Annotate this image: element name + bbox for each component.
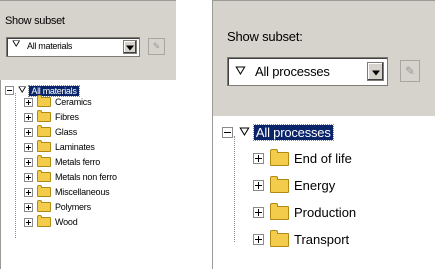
tree-root-label: All processes [252, 123, 334, 141]
folder-icon [37, 170, 51, 182]
tree-item-label: Production [294, 205, 357, 220]
plus-icon[interactable] [24, 97, 33, 107]
tree-item-label: Metals non ferro [55, 172, 117, 182]
tree-root[interactable]: ⛛ All processes [222, 123, 334, 141]
folder-icon [37, 185, 51, 197]
plus-icon[interactable] [24, 172, 33, 182]
tree-item[interactable]: Transport [253, 229, 350, 247]
tree-item-label: Laminates [55, 142, 95, 152]
tree-item[interactable]: Miscellaneous [24, 185, 110, 197]
tree-item-label: Energy [294, 178, 336, 193]
processes-panel: Show subset: ⛛ All processes ✎ ⛛ All pro… [212, 0, 435, 269]
folder-icon [270, 175, 289, 193]
folder-icon [37, 155, 51, 167]
tree-item[interactable]: Metals ferro [24, 155, 101, 167]
tree-item-label: End of life [294, 151, 352, 166]
materials-tree: ⛛ All materials Ceramics Fibres Glass La… [0, 80, 176, 269]
tree-item[interactable]: Metals non ferro [24, 170, 117, 182]
funnel-icon: ⛛ [18, 85, 27, 96]
plus-icon[interactable] [24, 142, 33, 152]
plus-icon[interactable] [253, 153, 264, 164]
edit-subset-button[interactable]: ✎ [400, 60, 420, 82]
plus-icon[interactable] [24, 157, 33, 167]
tree-root[interactable]: ⛛ All materials [5, 84, 80, 97]
tree-item-label: Ceramics [55, 97, 92, 107]
plus-icon[interactable] [24, 217, 33, 227]
minus-icon[interactable] [5, 86, 14, 95]
funnel-icon: ⛛ [12, 39, 21, 50]
tree-item[interactable]: End of life [253, 148, 352, 166]
tree-item[interactable]: Glass [24, 125, 78, 137]
folder-icon [37, 140, 51, 152]
plus-icon[interactable] [253, 234, 264, 245]
folder-icon [37, 125, 51, 137]
tree-item[interactable]: Polymers [24, 200, 91, 212]
folder-icon [270, 148, 289, 166]
tree-item[interactable]: Ceramics [24, 95, 92, 107]
tree-item-label: Metals ferro [55, 157, 101, 167]
tree-item[interactable]: Laminates [24, 140, 95, 152]
edit-icon: ✎ [152, 41, 161, 51]
folder-icon [37, 215, 51, 227]
subset-toolbar: Show subset ⛛ All materials ✎ [0, 0, 176, 80]
folder-icon [270, 229, 289, 247]
tree-item[interactable]: Fibres [24, 110, 79, 122]
edit-icon: ✎ [404, 64, 416, 78]
tree-item[interactable]: Wood [24, 215, 78, 227]
tree-item-label: Glass [55, 127, 78, 137]
show-subset-label: Show subset [5, 15, 65, 27]
plus-icon[interactable] [253, 207, 264, 218]
folder-icon [37, 200, 51, 212]
plus-icon[interactable] [24, 187, 33, 197]
funnel-icon: ⛛ [239, 124, 250, 139]
chevron-down-icon[interactable] [123, 40, 137, 54]
tree-item-label: Fibres [55, 112, 79, 122]
folder-icon [37, 110, 51, 122]
processes-tree: ⛛ All processes End of life Energy Produ… [212, 116, 435, 269]
tree-item[interactable]: Production [253, 202, 357, 220]
plus-icon[interactable] [24, 127, 33, 137]
tree-item-label: Wood [55, 217, 78, 227]
subset-dropdown-value: All materials [27, 41, 73, 51]
minus-icon[interactable] [222, 126, 233, 138]
tree-root-label: All materials [28, 84, 80, 97]
tree-item-label: Polymers [55, 202, 91, 212]
subset-dropdown-value: All processes [255, 64, 330, 79]
materials-panel: Show subset ⛛ All materials ✎ ⛛ All mate… [0, 0, 176, 269]
chevron-down-icon[interactable] [367, 62, 384, 81]
show-subset-label: Show subset: [227, 29, 303, 44]
plus-icon[interactable] [24, 112, 33, 122]
plus-icon[interactable] [24, 202, 33, 212]
funnel-icon: ⛛ [235, 63, 246, 78]
tree-item[interactable]: Energy [253, 175, 336, 193]
edit-subset-button[interactable]: ✎ [148, 38, 165, 55]
subset-toolbar: Show subset: ⛛ All processes ✎ [212, 0, 435, 116]
folder-icon [270, 202, 289, 220]
plus-icon[interactable] [253, 180, 264, 191]
tree-item-label: Miscellaneous [55, 187, 110, 197]
subset-dropdown[interactable]: ⛛ All processes [227, 57, 388, 86]
subset-dropdown[interactable]: ⛛ All materials [6, 37, 140, 57]
folder-icon [37, 95, 51, 107]
tree-item-label: Transport [294, 232, 350, 247]
